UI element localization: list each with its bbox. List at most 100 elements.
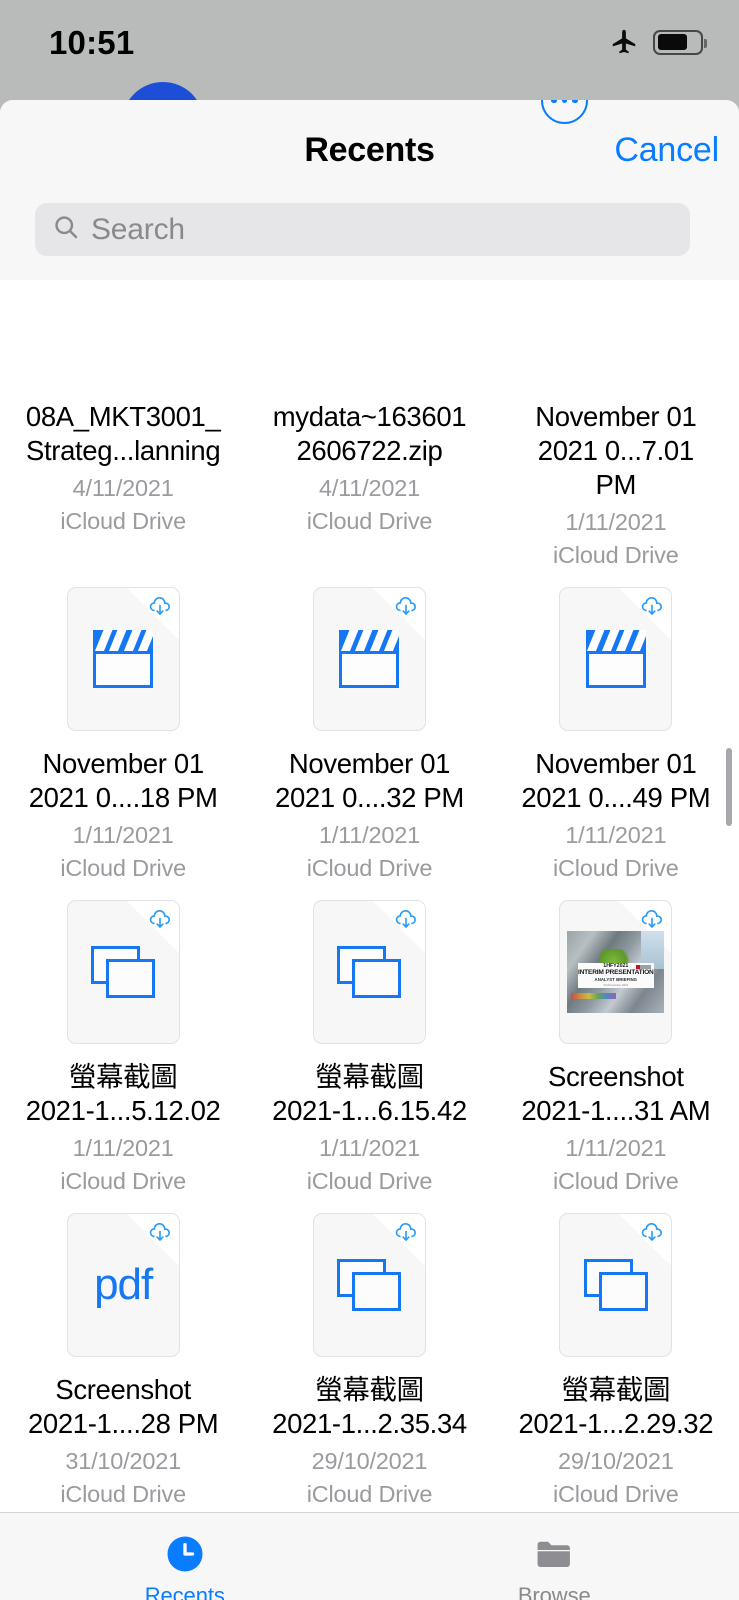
tab-label: Recents [144,1583,225,1600]
file-thumbnail [559,587,673,731]
tab-browse[interactable]: Browse [370,1532,739,1600]
file-grid-row: pdf Screenshot 2021-1....28 PM 31/10/2021… [0,1195,739,1508]
file-name: November 01 2021 0...7.01 PM [535,401,697,500]
folder-icon [533,1532,575,1576]
file-date: 4/11/2021 [318,475,420,501]
search-placeholder: Search [91,212,185,246]
file-item[interactable]: mydata~163601 2606722.zip 4/11/2021 iClou… [246,280,492,569]
movie-icon [585,630,646,688]
file-name: Screenshot 2021-1....28 PM [27,1374,219,1439]
movie-icon [93,630,154,688]
file-name: November 01 2021 0....49 PM [521,748,711,813]
file-name: 螢幕截圖 2021-1...5.12.02 [25,1061,221,1126]
ellipsis-dot [572,100,578,104]
file-item[interactable]: 螢幕截圖 2021-1...5.12.02 1/11/2021 iCloud Dr… [0,882,246,1195]
file-grid-row: November 01 2021 0....18 PM 1/11/2021 iCl… [0,569,739,882]
cloud-download-icon [639,1220,665,1246]
tab-recents[interactable]: Recents [0,1532,370,1600]
file-date: 1/11/2021 [72,822,174,848]
file-thumbnail: pdf [66,1213,180,1357]
file-name: 08A_MKT3001_ Strateg...lanning [25,401,221,466]
file-thumbnail [66,587,180,731]
file-location: iCloud Drive [60,855,186,881]
file-grid[interactable]: 08A_MKT3001_ Strateg...lanning 4/11/2021 … [0,280,739,1512]
file-location: iCloud Drive [60,508,186,534]
file-date: 1/11/2021 [72,1135,174,1161]
file-name: mydata~163601 2606722.zip [272,401,467,466]
file-name: Screenshot 2021-1....31 AM [521,1061,711,1126]
file-location: iCloud Drive [553,542,679,568]
ellipsis-dot [561,100,568,104]
search-input[interactable]: Search [35,203,690,256]
cloud-download-icon [639,907,665,933]
movie-icon [339,630,400,688]
file-date: 31/10/2021 [65,1448,181,1474]
cloud-download-icon [147,1220,173,1246]
file-thumbnail [312,587,426,731]
file-grid-inner: 08A_MKT3001_ Strateg...lanning 4/11/2021 … [0,280,739,1508]
file-location: iCloud Drive [553,1481,679,1507]
file-thumbnail [312,900,426,1044]
file-date: 1/11/2021 [318,1135,420,1161]
cloud-download-icon [393,1220,419,1246]
cancel-button[interactable]: Cancel [614,131,719,170]
file-date: 29/10/2021 [311,1448,428,1474]
ellipsis-dot [551,100,557,104]
file-date: 1/11/2021 [565,1135,667,1161]
ellipsis-circle-icon[interactable] [541,100,588,124]
file-location: iCloud Drive [306,855,433,881]
cloud-download-icon [393,594,419,620]
file-item[interactable]: November 01 2021 0...7.01 PM 1/11/2021 iC… [493,280,739,569]
status-bar-time: 10:51 [49,24,135,61]
file-name: 螢幕截圖 2021-1...6.15.42 [272,1061,467,1126]
airplane-icon [609,27,639,57]
file-location: iCloud Drive [306,1168,433,1194]
file-item[interactable]: 螢幕截圖 2021-1...2.29.32 29/10/2021 iCloud D… [493,1195,739,1508]
tab-label: Browse [517,1583,591,1600]
file-date: 1/11/2021 [565,822,667,848]
document-picker-sheet: Recents Cancel Search 08A_MKT3001_ Strat… [0,100,739,1600]
file-item[interactable]: November 01 2021 0....18 PM 1/11/2021 iCl… [0,569,246,882]
file-name: 螢幕截圖 2021-1...2.35.34 [272,1374,467,1439]
cloud-download-icon [393,907,419,933]
file-location: iCloud Drive [553,1168,679,1194]
sheet-header: Recents Cancel Search [0,100,739,280]
file-date: 29/10/2021 [558,1448,674,1474]
file-date: 4/11/2021 [72,475,174,501]
file-location: iCloud Drive [60,1481,186,1507]
file-item[interactable]: pdf Screenshot 2021-1....28 PM 31/10/2021… [0,1195,246,1508]
file-item[interactable]: 螢幕截圖 2021-1...6.15.42 1/11/2021 iCloud Dr… [246,882,492,1195]
file-item[interactable]: November 01 2021 0....32 PM 1/11/2021 iCl… [246,569,492,882]
cloud-download-icon [639,594,665,620]
file-name: November 01 2021 0....32 PM [275,748,464,813]
cloud-download-icon [147,907,173,933]
vertical-scrollbar[interactable] [726,748,732,826]
file-grid-row: 螢幕截圖 2021-1...5.12.02 1/11/2021 iCloud Dr… [0,882,739,1195]
file-item[interactable]: November 01 2021 0....49 PM 1/11/2021 iCl… [493,569,739,882]
file-name: November 01 2021 0....18 PM [28,748,218,813]
screenshot-icon [337,946,402,998]
file-date: 1/11/2021 [318,822,420,848]
file-item[interactable]: 08A_MKT3001_ Strateg...lanning 4/11/2021 … [0,280,246,569]
screenshot-icon [91,946,156,998]
status-bar-indicators [609,27,708,57]
clock-icon [164,1532,206,1576]
tab-bar: Recents Browse [0,1512,739,1600]
presentation-thumbnail: 1HFY2021 INTERIM PRESENTATION ANALYST BR… [567,931,665,1013]
cloud-download-icon [147,594,173,620]
battery-icon [653,29,708,55]
file-grid-row: 08A_MKT3001_ Strateg...lanning 4/11/2021 … [0,280,739,569]
file-location: iCloud Drive [306,508,433,534]
file-thumbnail [559,1213,673,1357]
thumbnail-line-4: 3rd November 2021 [603,983,629,988]
file-location: iCloud Drive [306,1481,433,1507]
file-name: 螢幕截圖 2021-1...2.29.32 [518,1374,714,1439]
pdf-icon: pdf [94,1260,153,1309]
file-thumbnail [312,1213,426,1357]
thumbnail-line-2: INTERIM PRESENTATION [577,969,654,977]
file-item[interactable]: 螢幕截圖 2021-1...2.35.34 29/10/2021 iCloud D… [246,1195,492,1508]
file-location: iCloud Drive [60,1168,186,1194]
screenshot-icon [337,1259,402,1311]
file-item[interactable]: 1HFY2021 INTERIM PRESENTATION ANALYST BR… [493,882,739,1195]
status-bar: 10:51 [0,0,739,100]
